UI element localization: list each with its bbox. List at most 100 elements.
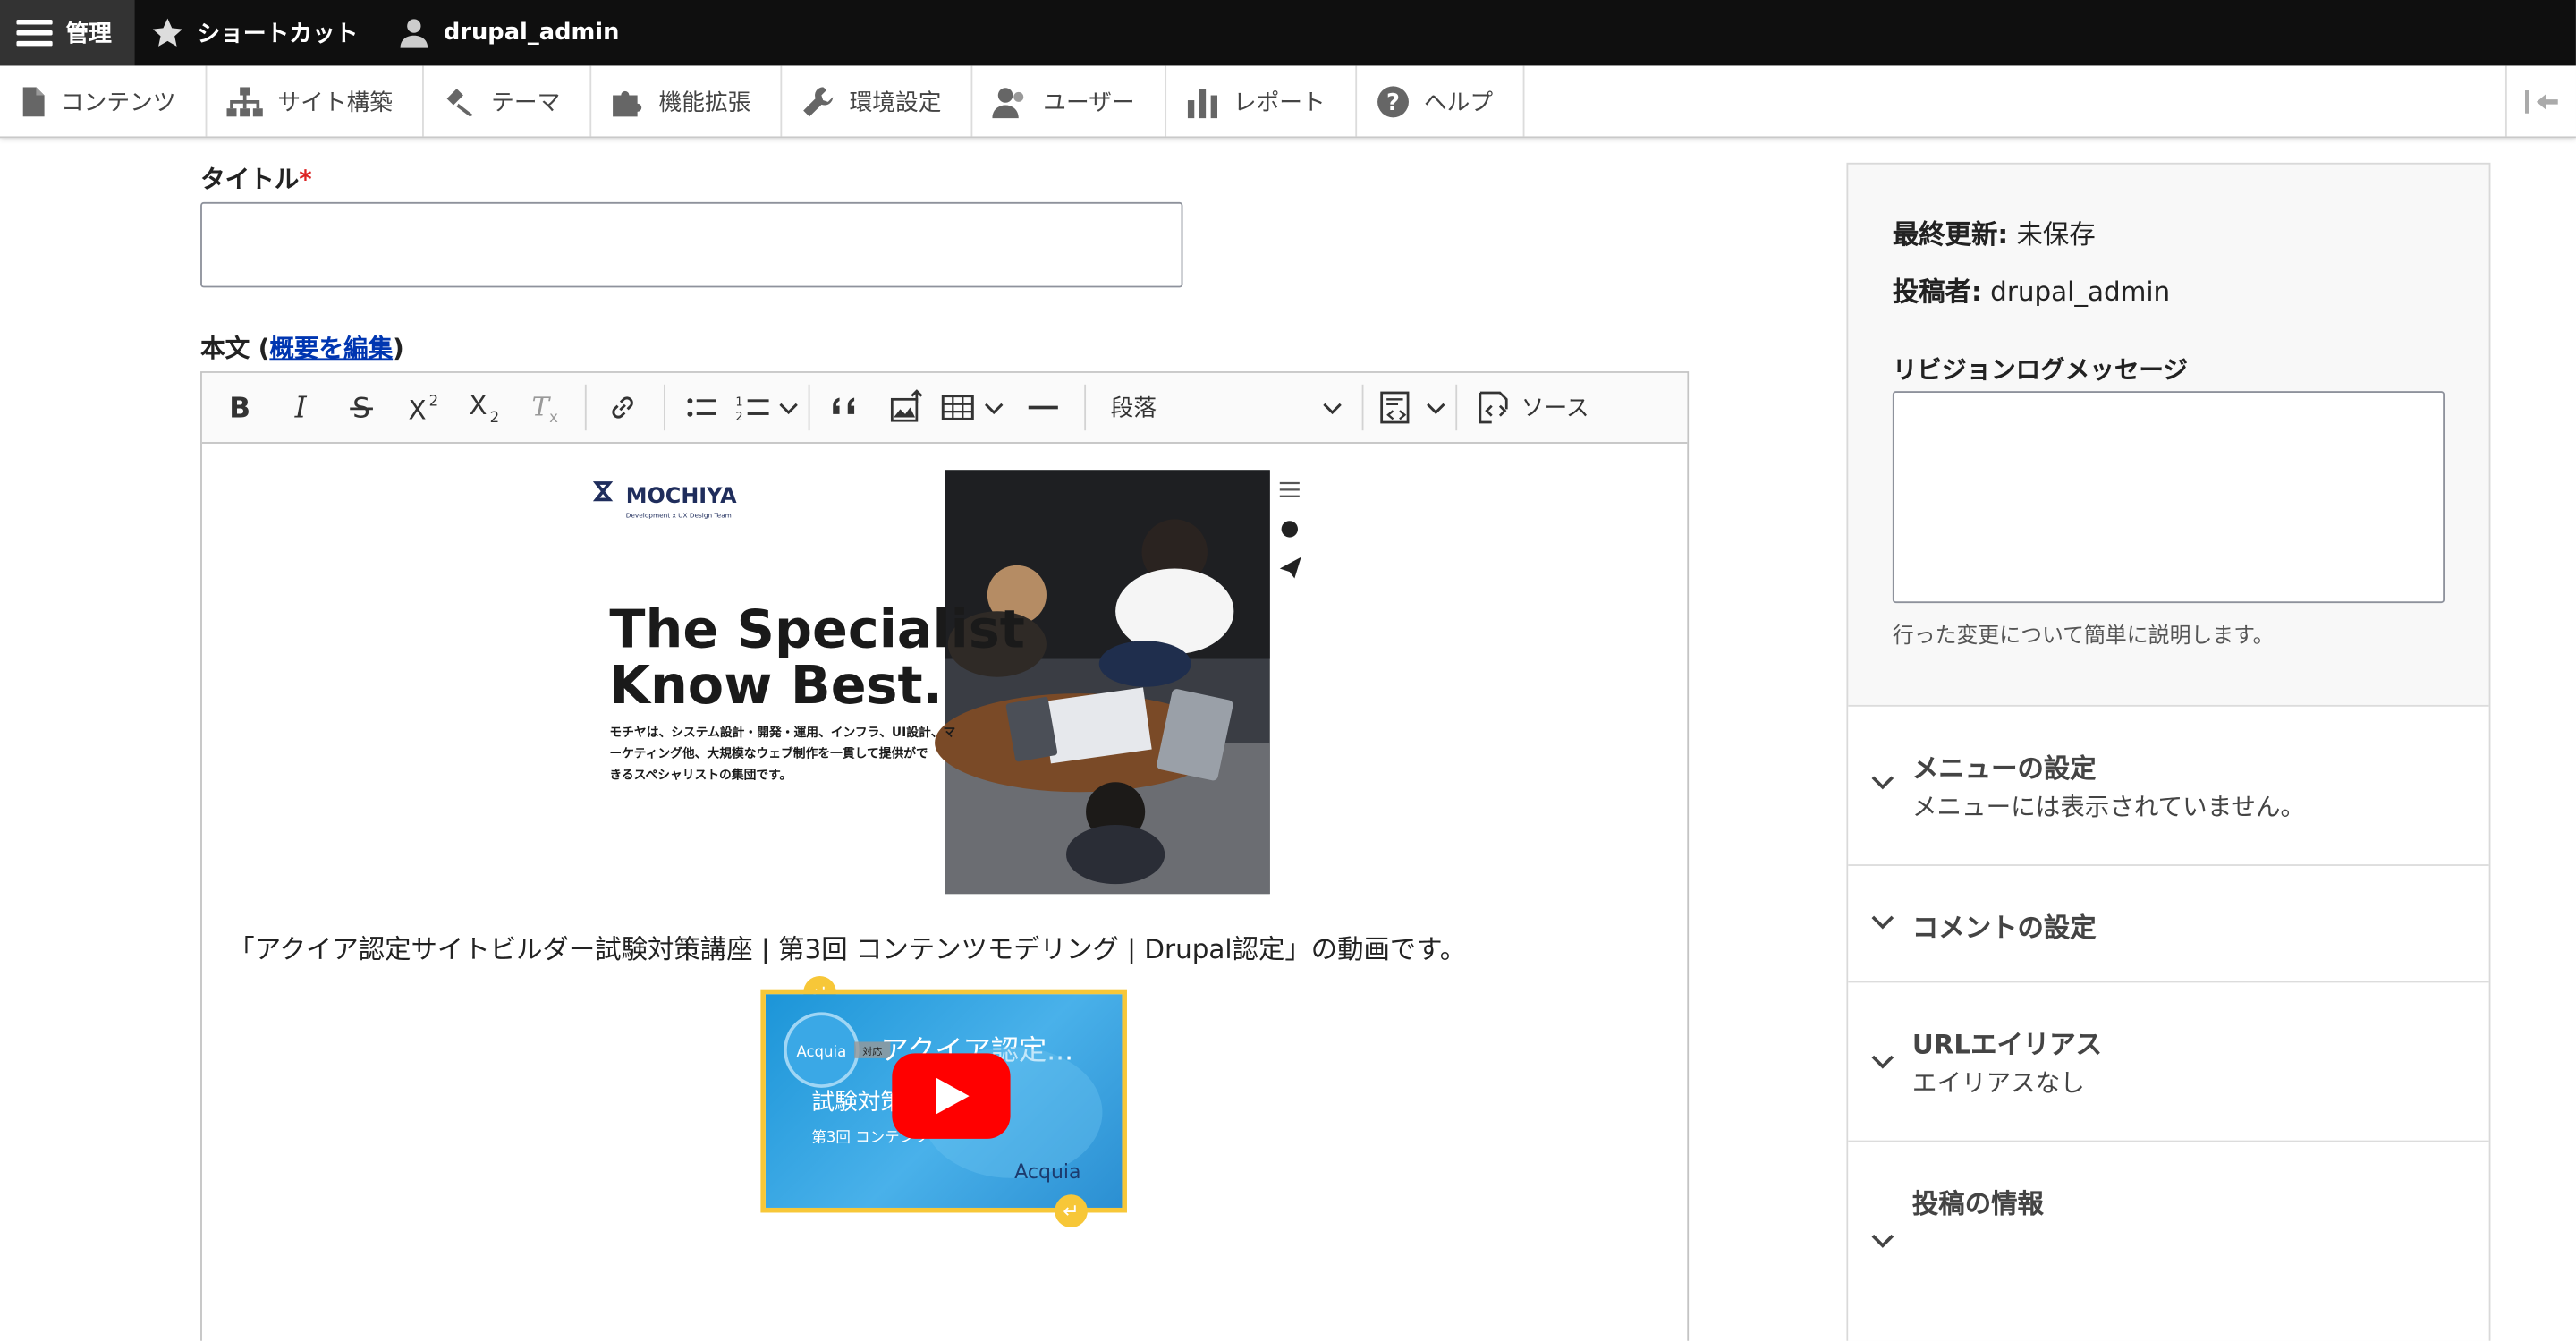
insert-image-button[interactable]: [879, 383, 935, 432]
toolbar-separator: [1361, 384, 1364, 431]
table-icon: [941, 395, 974, 420]
menu-item-help[interactable]: ? ヘルプ: [1357, 65, 1524, 137]
menu-item-people[interactable]: ユーザー: [972, 65, 1166, 137]
headline-line-1: The Specialist: [609, 599, 1024, 660]
body-label: 本文 (: [200, 333, 270, 363]
heading-dropdown[interactable]: 段落: [1094, 383, 1353, 432]
chevron-down-icon: [984, 403, 1004, 415]
insert-table-dropdown[interactable]: [940, 383, 1005, 432]
numbered-list-dropdown[interactable]: 12: [734, 383, 800, 432]
menu-item-appearance[interactable]: テーマ: [424, 65, 592, 137]
svg-text:X: X: [408, 395, 426, 424]
logo-text: MOCHIYA: [626, 483, 737, 508]
revision-log-textarea[interactable]: [1892, 391, 2445, 604]
authoring-info-accordion[interactable]: 投稿の情報: [1848, 1140, 2489, 1341]
thumbnail-brand: Acquia: [1014, 1161, 1080, 1184]
heading-value: 段落: [1110, 395, 1157, 423]
source-code-icon: [1479, 391, 1508, 424]
youtube-media-embed[interactable]: Acquia 対応 アクイア認定... 試験対策 第3回 コンテンツ Acqui…: [760, 989, 1127, 1213]
chevron-down-icon: [1871, 1055, 1894, 1069]
menu-item-reports[interactable]: レポート: [1166, 65, 1357, 137]
logo-subtext: Development x UX Design Team: [626, 512, 732, 520]
author-value: drupal_admin: [1990, 276, 2171, 308]
bar-chart-icon: [1187, 88, 1217, 118]
italic-icon: I: [294, 391, 308, 424]
chevron-down-icon: [1323, 403, 1342, 415]
body-editor: B I S X2 X2 Tx 1 2 段落 ソース MOCHIYA Develo…: [200, 371, 1690, 1341]
menu-item-content[interactable]: コンテンツ: [0, 65, 208, 137]
menu-item-label: ヘルプ: [1423, 89, 1494, 116]
required-marker: *: [299, 164, 312, 194]
collapse-left-icon: [2525, 89, 2558, 113]
body-label-suffix: ): [393, 333, 404, 363]
subscript-button[interactable]: X2: [455, 383, 511, 432]
bold-button[interactable]: B: [212, 383, 267, 432]
source-label: ソース: [1521, 395, 1589, 423]
menu-item-label: 機能拡張: [658, 89, 751, 116]
admin-menu: コンテンツ サイト構築 テーマ 機能拡張 環境設定 ユーザー レポート ? ヘル: [0, 65, 2576, 139]
wrench-icon: [803, 86, 834, 116]
toolbar-separator: [808, 384, 810, 431]
menu-settings-summary: メニューには表示されていません。: [1911, 792, 2306, 822]
editor-content[interactable]: MOCHIYA Development x UX Design Team The…: [202, 444, 1687, 1341]
menu-item-label: レポート: [1233, 89, 1326, 116]
menu-item-label: サイト構築: [277, 89, 393, 116]
svg-text:x: x: [549, 409, 558, 424]
drop-icon: [1281, 521, 1298, 538]
subscript-icon: X2: [469, 390, 500, 426]
shortcuts-label: ショートカット: [197, 21, 359, 48]
menu-item-structure[interactable]: サイト構築: [207, 65, 424, 137]
shortcuts-tab[interactable]: ショートカット: [135, 0, 382, 65]
url-alias-accordion[interactable]: URLエイリアス エイリアスなし: [1848, 981, 2489, 1141]
manage-tab[interactable]: 管理: [0, 0, 135, 66]
svg-text:1: 1: [735, 396, 742, 410]
svg-text:2: 2: [735, 411, 742, 424]
body-paragraph[interactable]: 「アクイア認定サイトビルダー試験対策講座 | 第3回 コンテンツモデリング | …: [228, 927, 1466, 966]
bulleted-list-button[interactable]: [674, 383, 729, 432]
help-icon: ?: [1377, 85, 1409, 117]
hamburger-icon: [16, 20, 53, 47]
strikethrough-button[interactable]: S: [334, 383, 389, 432]
superscript-icon: X2: [408, 393, 438, 424]
menu-settings-accordion[interactable]: メニューの設定 メニューには表示されていません。: [1848, 704, 2489, 865]
bulleted-list-icon: [687, 398, 716, 417]
superscript-button[interactable]: X2: [394, 383, 450, 432]
link-button[interactable]: [595, 383, 650, 432]
remove-format-icon: Tx: [531, 392, 558, 424]
embedded-image[interactable]: MOCHIYA Development x UX Design Team The…: [586, 466, 1309, 897]
menu-item-configuration[interactable]: 環境設定: [782, 65, 973, 137]
svg-text:B: B: [229, 393, 250, 424]
menu-settings-title: メニューの設定: [1911, 752, 2097, 785]
youtube-play-icon[interactable]: [892, 1053, 1011, 1139]
code-block-icon: [1380, 391, 1410, 424]
title-input[interactable]: [200, 201, 1183, 288]
menu-item-extend[interactable]: 機能拡張: [591, 65, 783, 137]
authoring-info-title: 投稿の情報: [1911, 1187, 2044, 1219]
svg-text:X: X: [469, 390, 487, 420]
headline-line-2: Know Best.: [609, 654, 943, 716]
source-button[interactable]: ソース: [1465, 383, 1598, 432]
italic-button[interactable]: I: [273, 383, 328, 432]
toolbar-orientation-toggle[interactable]: [2504, 65, 2576, 137]
link-icon: [612, 396, 633, 419]
svg-text:2: 2: [490, 409, 500, 426]
user-tab[interactable]: drupal_admin: [381, 0, 642, 65]
svg-text:I: I: [294, 391, 308, 424]
remove-format-button[interactable]: Tx: [516, 383, 572, 432]
svg-text:?: ?: [1386, 89, 1400, 115]
last-saved-row: 最終更新: 未保存: [1893, 212, 2096, 251]
chevron-down-icon: [1871, 915, 1894, 930]
node-sidebar: 最終更新: 未保存 投稿者: drupal_admin リビジョンログメッセージ…: [1846, 162, 2491, 1341]
code-block-dropdown[interactable]: [1378, 383, 1447, 432]
url-alias-summary: エイリアスなし: [1911, 1067, 2085, 1098]
blockquote-button[interactable]: [818, 383, 874, 432]
paintbrush-icon: [446, 88, 473, 116]
title-label: タイトル: [200, 164, 300, 194]
toolbar-separator: [584, 384, 587, 431]
edit-summary-link[interactable]: 概要を編集: [269, 334, 393, 363]
user-label: drupal_admin: [443, 20, 620, 47]
body-label-row: 本文 (概要を編集): [200, 330, 404, 365]
comment-settings-accordion[interactable]: コメントの設定: [1848, 864, 2489, 981]
horizontal-line-button[interactable]: [1015, 383, 1071, 432]
insert-paragraph-after-icon[interactable]: ↵: [1055, 1194, 1088, 1228]
